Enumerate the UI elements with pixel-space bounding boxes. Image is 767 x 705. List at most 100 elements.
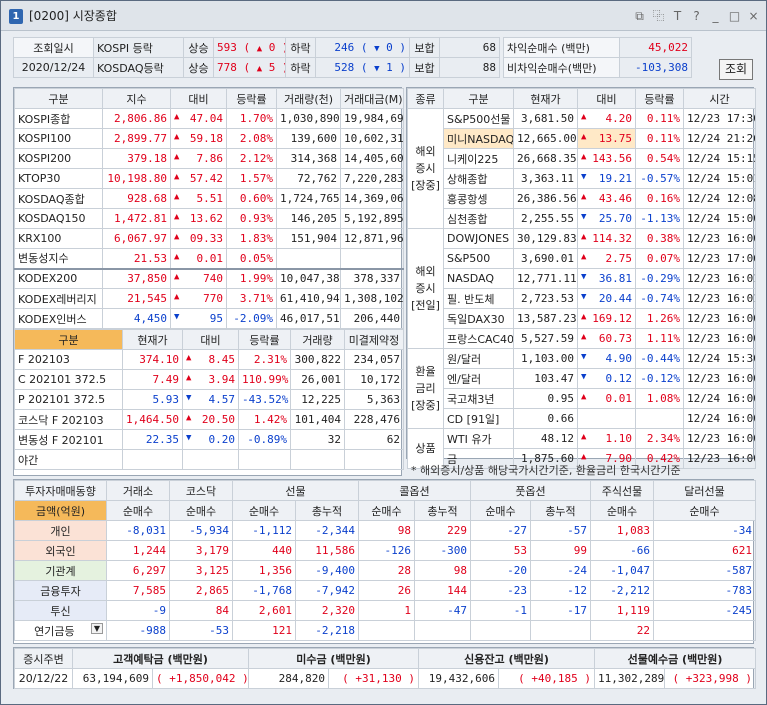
index-row[interactable]: KOSPI종합 2,806.86 ▲ 47.04 1.70% 1,030,890 19,98… [14,108,404,129]
index-row[interactable]: KRX100 6,067.97 ▲ 09.33 1.83% 151,904 12,871,9… [14,228,404,249]
global-rate: 1.11% [635,328,684,349]
investor-row[interactable]: 금융투자 7,585 2,865 -1,768 -7,942 26 144 -23 -12 -2,… [14,580,756,601]
paren-close: ) [235,672,249,685]
paren-close: ) [401,672,416,685]
investor-value: -126 [358,540,415,561]
global-header: 등락률 [635,88,684,109]
market-name: KOSDAQ등락 [93,57,184,78]
global-row[interactable]: 엔/달러 103.47 ▼ 0.12 -0.12% 12/23 16:00 [408,368,756,389]
up-arrow-icon: ▲ [581,332,587,342]
futures-row[interactable]: P 202101 372.5 5.93 ▼ 4.57 -43.52% 12,225 5,36… [14,389,404,410]
index-row[interactable]: KODEX레버리지 21,545 ▲ 770 3.71% 61,410,948 1,308,… [14,288,404,309]
up-arrow-icon: ▲ [581,132,587,142]
global-name: 독일DAX30 [443,308,514,329]
market-funds-table: 증시주변 고객예탁금 (백만원) 미수금 (백만원) 신용잔고 (백만원) 선물예수금 … [14,648,757,689]
global-row[interactable]: 상해종합 3,363.11 ▼ 19.21 -0.57% 12/24 15:01 [408,168,756,189]
global-price: 0.66 [513,408,578,429]
index-row[interactable]: KOSDAQ150 1,472.81 ▲ 13.62 0.93% 146,205 5,192… [14,208,404,229]
index-change-value: 7.86 [196,152,224,165]
index-amount: 378,337 [340,268,404,289]
investor-type-label: 투신 [50,604,71,618]
index-volume: 10,047,380 [276,268,341,289]
up-arrow-icon: ▲ [174,272,180,283]
global-row[interactable]: NASDAQ 12,771.11 ▼ 36.81 -0.29% 12/23 16:01 [408,268,756,289]
investor-value: 26 [358,580,415,601]
futures-header: 구분 [14,329,123,350]
global-row[interactable]: 심천종합 2,255.55 ▼ 25.70 -1.13% 12/24 15:00 [408,208,756,229]
futures-row[interactable]: F 202103 374.10 ▲ 8.45 2.31% 300,822 234,057 [14,349,404,370]
investor-type: 금융투자 [14,580,107,601]
investor-row[interactable]: 개인 -8,031 -5,934 -1,112 -2,344 98 229 -27 -57 1,0… [14,520,756,541]
global-row[interactable]: 니케이225 26,668.35 ▲ 143.56 0.54% 12/24 15:15 [408,148,756,169]
investor-sub-header: 순매수 [106,500,170,521]
maximize-icon[interactable]: □ [728,9,741,23]
global-change: ▲ 143.56 [577,148,636,169]
indices-header: 등락률 [226,88,277,109]
index-row[interactable]: KOSPI100 2,899.77 ▲ 59.18 2.08% 139,600 10,602… [14,128,404,149]
futures-row[interactable]: 야간 [14,449,404,470]
global-price: 12,665.00 [513,128,578,149]
futures-row[interactable]: C 202101 372.5 7.49 ▲ 3.94 110.99% 26,001 10,1… [14,369,404,390]
funds-header: 신용잔고 (백만원) [418,648,596,669]
text-icon[interactable]: T [671,9,684,23]
global-rate: -0.44% [635,348,684,369]
global-rate: 1.08% [635,388,684,409]
lookup-button[interactable]: 조회 [719,59,753,80]
global-row[interactable]: 프랑스CAC40 5,527.59 ▲ 60.73 1.11% 12/23 16:00 [408,328,756,349]
copy-icon[interactable]: ⿻ [652,9,665,23]
investor-row[interactable]: 투신 -9 84 2,601 2,320 1 -47 -1 -17 1,119 -245 [14,600,756,621]
futures-price: 5.93 [122,389,183,410]
up-arrow-icon: ▲ [581,252,587,262]
investor-row[interactable]: 기관계 6,297 3,125 1,356 -9,400 28 98 -20 -24 -1,047… [14,560,756,581]
layout-icon[interactable]: ⧉ [633,9,646,23]
index-value: 2,806.86 [102,108,171,129]
global-row[interactable]: 홍콩항셍 26,386.56 ▲ 43.46 0.16% 12/24 12:08 [408,188,756,209]
up-label: 상승 [183,57,214,78]
minimize-icon[interactable]: _ [709,9,722,23]
index-amount: 7,220,283 [340,168,404,189]
funds-change: ( +1,850,042 ) [152,668,249,689]
global-row[interactable]: 독일DAX30 13,587.23 ▲ 169.12 1.26% 12/23 16:00 [408,308,756,329]
arbitrage-panel: 차익순매수 (백만) 45,022 비차익순매수(백만) -103,308 [503,37,692,81]
futures-row[interactable]: 변동성 F 202101 22.35 ▼ 0.20 -0.89% 32 62 [14,429,404,450]
global-row[interactable]: 국고채3년 0.95 ▲ 0.01 1.08% 12/24 16:00 [408,388,756,409]
index-row[interactable]: 변동성지수 21.53 ▲ 0.01 0.05% [14,248,404,269]
chevron-down-icon[interactable]: ▼ [90,622,103,634]
investor-row[interactable]: 외국인 1,244 3,179 440 11,586 -126 -300 53 99 -66 621 [14,540,756,561]
index-row[interactable]: KODEX200 37,850 ▲ 740 1.99% 10,047,380 378,337 [14,268,404,289]
help-icon[interactable]: ? [690,9,703,23]
global-time: 12/24 15:01 [683,168,756,189]
global-row[interactable]: S&P500 3,690.01 ▲ 2.75 0.07% 12/23 17:06 [408,248,756,269]
global-change-value: 4.90 [605,352,633,365]
global-row[interactable]: 미니NASDAQ 12,665.00 ▲ 13.75 0.11% 12/24 21:26 [408,128,756,149]
index-change-value: 57.42 [189,172,223,185]
close-icon[interactable]: × [747,9,760,23]
global-row[interactable]: 필. 반도체 2,723.53 ▼ 20.44 -0.74% 12/23 16:01 [408,288,756,309]
index-row[interactable]: KODEX인버스 4,450 ▼ 95 -2.09% 46,017,519 206,440 [14,308,404,329]
futures-change-value: 20.50 [201,413,235,426]
up-arrow-icon: ▲ [581,112,587,122]
investor-group-header: 콜옵션 [358,480,471,501]
investor-type: 연기금등 ▼ [14,620,107,641]
index-change: ▲ 5.51 [170,188,227,209]
index-row[interactable]: KOSDAQ종합 928.68 ▲ 5.51 0.60% 1,724,765 14,369,… [14,188,404,209]
global-row[interactable]: CD [91일] 0.66 12/24 16:00 [408,408,756,429]
global-row[interactable]: 해외 증시 [전일] DOWJONES 30,129.83 ▲ 114.32 0.38% 1… [407,228,756,349]
index-name: KODEX인버스 [14,308,103,329]
down-arrow-icon: ▼ [581,352,587,362]
up-arrow-icon: ▲ [174,192,180,202]
investor-value [530,620,591,641]
investor-row[interactable]: 연기금등 ▼ -988 -53 121 -2,218 22 [14,620,756,641]
index-name: KOSPI200 [14,148,103,169]
global-row[interactable]: 환율 금리 [장중] 원/달러 1,103.00 ▼ 4.90 -0.44% 12/24 1… [407,348,756,429]
futures-row[interactable]: 코스닥 F 202103 1,464.50 ▲ 20.50 1.42% 101,404 22… [14,409,404,430]
global-rate: 0.07% [635,248,684,269]
global-row[interactable]: 상품 WTI 유가 48.12 ▲ 1.10 2.34% 12/23 16:00 [407,428,756,469]
index-row[interactable]: KOSPI200 379.18 ▲ 7.86 2.12% 314,368 14,405,60… [14,148,404,169]
flat-label: 보합 [409,37,440,58]
index-row[interactable]: KTOP30 10,198.80 ▲ 57.42 1.57% 72,762 7,220,28… [14,168,404,189]
global-row[interactable]: 해외 증시 [장중] S&P500선물 3,681.50 ▲ 4.20 0.11% 12/2… [407,108,756,229]
amount-unit-label: 금액(억원) [14,500,107,521]
index-name: KODEX레버리지 [14,288,103,309]
investor-value: -587 [653,560,756,581]
